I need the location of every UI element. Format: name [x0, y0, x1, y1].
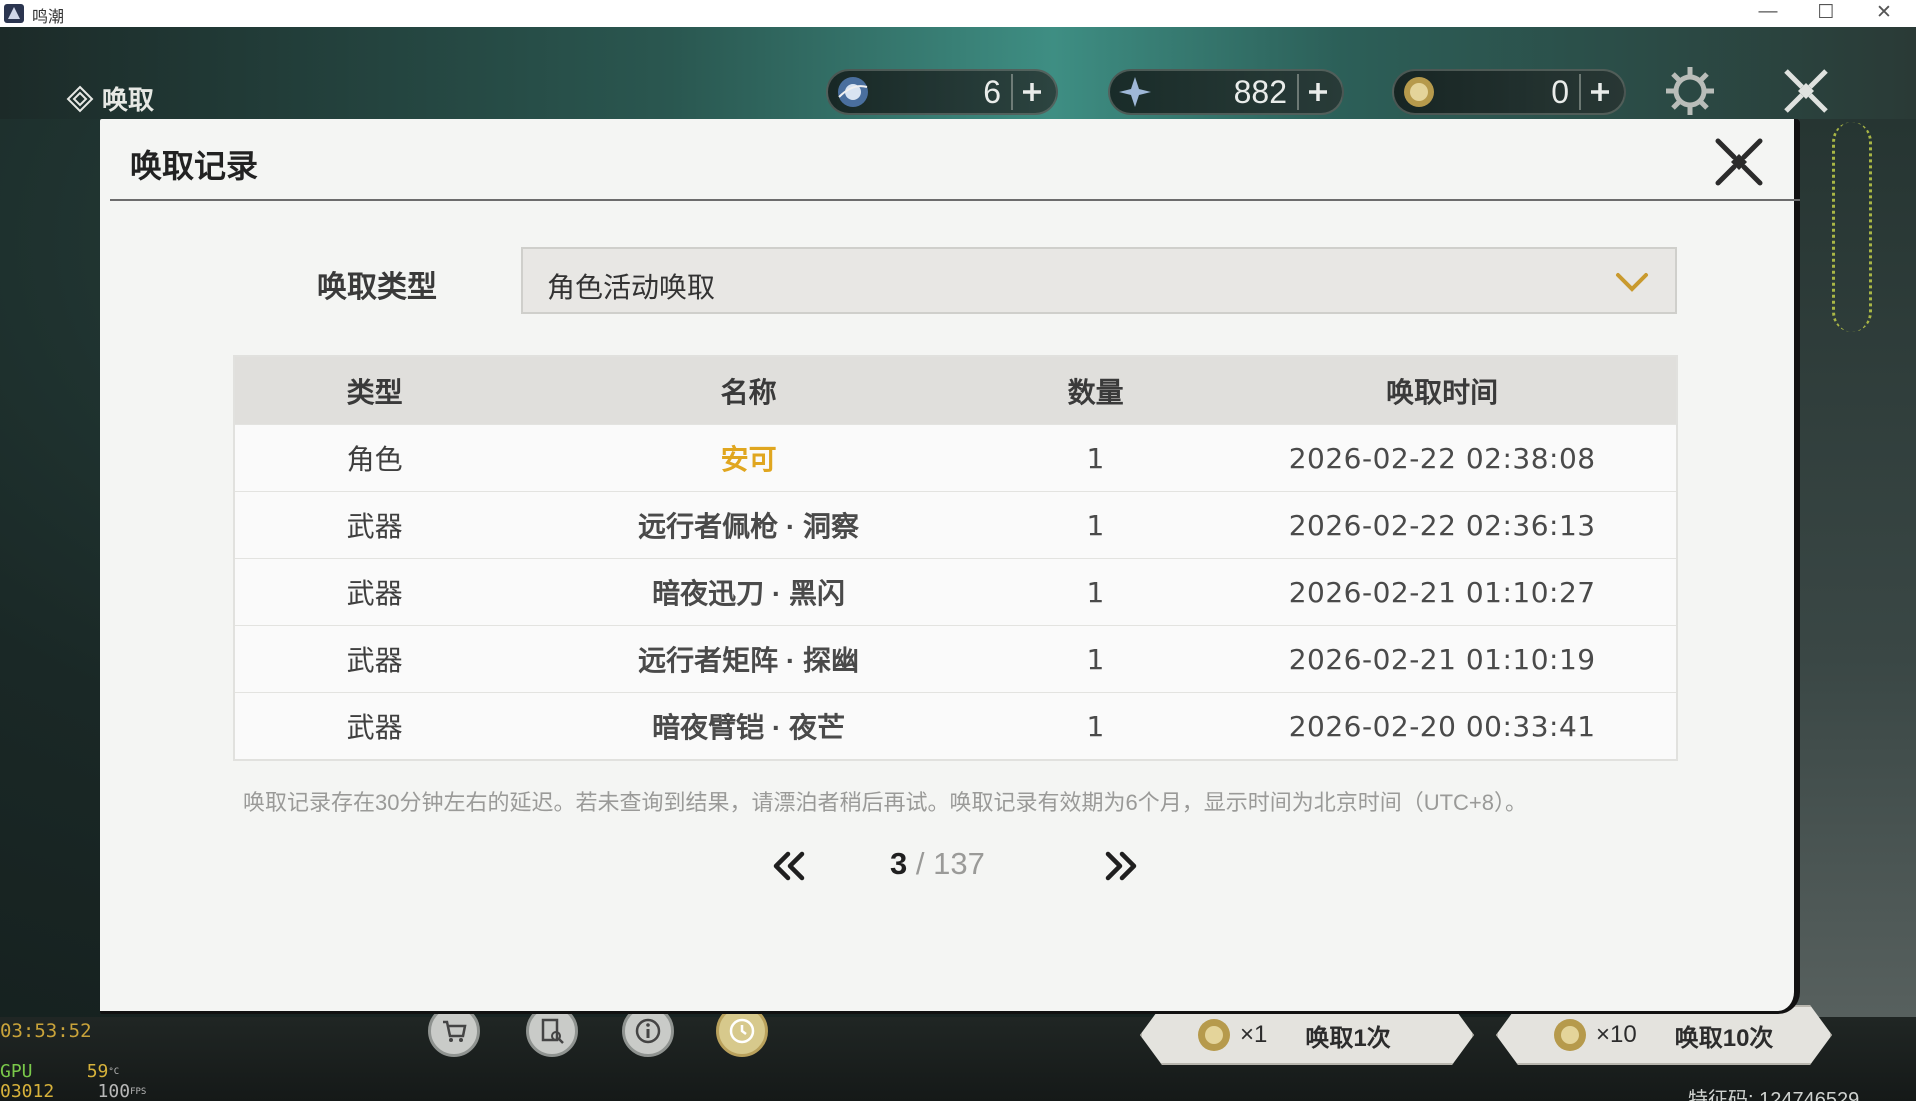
plus-icon	[1309, 83, 1327, 101]
convene-history-dialog: 唤取记录 唤取类型 角色活动唤取 类型 名称 数量 唤取时间 角色 安可 1 2…	[100, 119, 1800, 1014]
row-type: 角色	[346, 444, 403, 475]
cart-icon	[443, 1020, 467, 1042]
table-header: 类型 名称 数量 唤取时间	[235, 357, 1676, 424]
row-name: 远行者矩阵 · 探幽	[638, 645, 860, 676]
table-row: 武器 暗夜臂铠 · 夜芒 1 2026-02-20 00:33:41	[235, 692, 1676, 759]
row-count: 1	[1086, 575, 1105, 609]
exit-icon[interactable]	[1778, 63, 1834, 119]
dialog-title: 唤取记录	[130, 148, 259, 184]
total-pages: 137	[933, 846, 985, 881]
row-count: 1	[1086, 441, 1105, 475]
radiant-tide-icon	[1404, 77, 1434, 107]
pull-once-button[interactable]: ×1 唤取1次	[1140, 1005, 1474, 1065]
close-icon[interactable]	[1712, 135, 1766, 189]
gpu-id: 03012	[0, 1081, 55, 1101]
table-row: 武器 远行者佩枪 · 洞察 1 2026-02-22 02:36:13	[235, 491, 1676, 558]
row-type: 武器	[346, 712, 403, 743]
row-count: 1	[1086, 642, 1105, 676]
pull-ten-button[interactable]: ×10 唤取10次	[1496, 1005, 1832, 1065]
convene-type-dropdown[interactable]: 角色活动唤取	[521, 247, 1677, 314]
add-lustrous-tide-button[interactable]	[1297, 74, 1337, 110]
document-search-icon	[541, 1018, 564, 1044]
gpu-temp-unit: °C	[108, 1067, 120, 1077]
convene-icon	[66, 85, 94, 112]
convene-type-value: 角色活动唤取	[547, 272, 716, 303]
clock-icon	[729, 1018, 755, 1044]
title-divider	[110, 199, 1800, 201]
lustrous-tide-amount: 882	[1233, 73, 1287, 110]
gpu-temp: 59	[86, 1061, 109, 1082]
fps-value: 100	[97, 1081, 131, 1101]
row-time: 2026-02-22 02:38:08	[1288, 441, 1596, 475]
row-type: 武器	[346, 511, 403, 542]
row-type: 武器	[346, 578, 403, 609]
minimize-button[interactable]: —	[1754, 1, 1782, 23]
radiant-tide-amount: 0	[1551, 73, 1569, 110]
info-icon	[635, 1018, 661, 1044]
row-time: 2026-02-21 01:10:19	[1288, 642, 1596, 676]
pull-ten-cost: ×10	[1596, 1021, 1637, 1048]
astrite-icon	[838, 77, 868, 107]
row-count: 1	[1086, 709, 1105, 743]
helix-decoration	[1832, 122, 1872, 332]
plus-icon	[1023, 83, 1041, 101]
feature-code: 特征码: 124746529	[1688, 1089, 1860, 1101]
add-astrite-button[interactable]	[1011, 74, 1051, 110]
pull-ten-label: 唤取10次	[1674, 1024, 1774, 1052]
row-count: 1	[1086, 508, 1105, 542]
double-chevron-left-icon[interactable]	[768, 850, 808, 882]
row-name: 暗夜迅刀 · 黑闪	[652, 578, 846, 609]
double-chevron-right-icon[interactable]	[1102, 850, 1142, 882]
row-name: 远行者佩枪 · 洞察	[638, 511, 860, 542]
maximize-button[interactable]: ☐	[1812, 1, 1840, 24]
app-icon	[4, 4, 24, 23]
header-type: 类型	[346, 376, 403, 408]
filter-label: 唤取类型	[317, 271, 437, 304]
radiant-tide-icon	[1550, 1015, 1590, 1055]
page-label: 唤取	[66, 80, 154, 117]
pull-once-label: 唤取1次	[1305, 1024, 1391, 1052]
header-count: 数量	[1067, 376, 1124, 408]
overlay-clock: 03:53:52	[0, 1020, 92, 1042]
page-indicator: 3 / 137	[890, 846, 985, 882]
astrite-amount: 6	[983, 73, 1001, 110]
currency-astrite: 6	[826, 69, 1058, 115]
currency-lustrous-tide: 882	[1108, 69, 1344, 115]
row-time: 2026-02-21 01:10:27	[1288, 575, 1596, 609]
lustrous-tide-icon	[1119, 77, 1151, 107]
pull-once-cost: ×1	[1240, 1021, 1268, 1048]
table-row: 武器 远行者矩阵 · 探幽 1 2026-02-21 01:10:19	[235, 625, 1676, 692]
window-titlebar: 鸣潮 — ☐ ✕	[0, 0, 1916, 27]
plus-icon	[1591, 83, 1609, 101]
radiant-tide-icon	[1194, 1015, 1234, 1055]
records-table: 类型 名称 数量 唤取时间 角色 安可 1 2026-02-22 02:38:0…	[233, 355, 1678, 761]
page-separator: /	[907, 846, 934, 881]
row-time: 2026-02-20 00:33:41	[1288, 709, 1596, 743]
window-title: 鸣潮	[32, 9, 65, 26]
page-label-text: 唤取	[102, 85, 155, 115]
row-name: 暗夜臂铠 · 夜芒	[652, 712, 846, 743]
fps-unit: FPS	[130, 1087, 147, 1097]
gpu-label: GPU	[0, 1061, 33, 1082]
row-name: 安可	[720, 444, 777, 475]
chevron-down-icon	[1616, 273, 1648, 292]
delay-notice: 唤取记录存在30分钟左右的延迟。若未查询到结果，请漂泊者稍后再试。唤取记录有效期…	[243, 790, 1528, 815]
row-type: 武器	[346, 645, 403, 676]
settings-gear-icon[interactable]	[1662, 63, 1718, 119]
currency-radiant-tide: 0	[1392, 69, 1626, 115]
header-time: 唤取时间	[1386, 376, 1499, 408]
table-row: 武器 暗夜迅刀 · 黑闪 1 2026-02-21 01:10:27	[235, 558, 1676, 625]
table-row: 角色 安可 1 2026-02-22 02:38:08	[235, 424, 1676, 491]
current-page: 3	[890, 846, 908, 881]
perf-overlay: GPU 59°C 03012 100FPS	[0, 1062, 146, 1101]
header-name: 名称	[720, 376, 777, 408]
row-time: 2026-02-22 02:36:13	[1288, 508, 1596, 542]
add-radiant-tide-button[interactable]	[1579, 74, 1619, 110]
close-window-button[interactable]: ✕	[1870, 1, 1898, 24]
